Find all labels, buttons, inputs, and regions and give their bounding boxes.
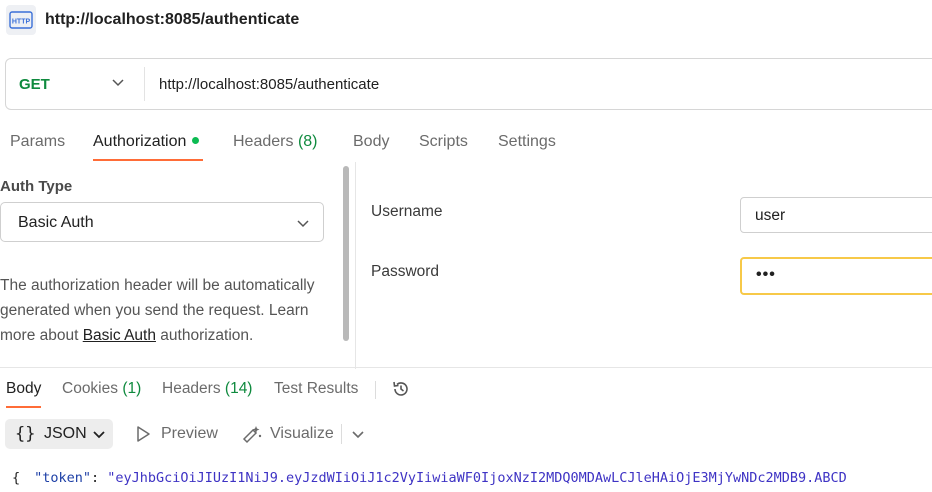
tab-count: (14) — [224, 380, 253, 397]
tab-scripts[interactable]: Scripts — [419, 133, 468, 151]
response-code-line: { "token": "eyJhbGciOiJIUzI1NiJ9.eyJzdWIiO… — [12, 470, 847, 486]
username-label: Username — [371, 203, 443, 220]
request-title: http://localhost:8085/authenticate — [45, 11, 300, 28]
password-label: Password — [371, 263, 440, 280]
active-tab-indicator — [6, 406, 41, 408]
tab-body[interactable]: Body — [353, 133, 389, 151]
json-brace: { — [12, 470, 21, 486]
chevron-down-icon[interactable] — [110, 74, 126, 90]
status-dot-icon — [192, 137, 200, 145]
auth-type-value: Basic Auth — [18, 214, 94, 231]
preview-button[interactable]: Preview — [161, 425, 218, 443]
auth-type-select[interactable]: Basic Auth — [0, 202, 324, 242]
tab-label: Headers — [162, 380, 221, 397]
tab-label: Settings — [498, 133, 556, 150]
auth-description: The authorization header will be automat… — [0, 273, 330, 348]
chevron-down-icon — [93, 431, 105, 439]
divider — [0, 367, 932, 368]
divider — [375, 381, 376, 399]
tab-count: (8) — [297, 133, 318, 150]
tab-label: Authorization — [93, 133, 187, 150]
url-bar: GET http://localhost:8085/authenticate — [5, 58, 932, 110]
tab-label: Scripts — [419, 133, 468, 150]
visualize-icon[interactable] — [241, 423, 263, 445]
method-select[interactable]: GET — [19, 76, 50, 93]
username-field[interactable]: user — [740, 197, 932, 233]
tab-label: Headers — [233, 133, 294, 150]
braces-icon: {} — [15, 424, 36, 444]
tab-label: Body — [6, 380, 42, 397]
auth-type-label: Auth Type — [0, 178, 73, 195]
json-colon: : — [91, 470, 100, 486]
history-icon[interactable] — [391, 379, 411, 399]
format-label: JSON — [44, 425, 87, 442]
username-value: user — [755, 207, 786, 224]
tab-params[interactable]: Params — [10, 133, 65, 151]
chevron-down-icon — [297, 220, 309, 228]
tab-test-results[interactable]: Test Results — [274, 380, 358, 398]
tab-label: Cookies — [62, 380, 118, 397]
url-input[interactable]: http://localhost:8085/authenticate — [159, 76, 379, 93]
format-select[interactable]: {} JSON — [5, 419, 113, 449]
divider — [144, 67, 145, 101]
password-field[interactable]: ••• — [740, 257, 932, 295]
json-value: "eyJhbGciOiJIUzI1NiJ9.eyJzdWIiOiJ1c2VyIi… — [107, 470, 847, 486]
tab-label: Test Results — [274, 380, 359, 397]
http-request-icon: HTTP — [6, 5, 36, 35]
tab-label: Params — [10, 133, 66, 150]
tab-label: Body — [353, 133, 390, 150]
svg-text:HTTP: HTTP — [12, 19, 31, 26]
tab-response-body[interactable]: Body — [6, 380, 41, 398]
password-value: ••• — [756, 266, 776, 283]
tab-settings[interactable]: Settings — [498, 133, 556, 151]
divider — [341, 424, 342, 444]
basic-auth-link[interactable]: Basic Auth — [83, 327, 156, 344]
scrollbar-thumb[interactable] — [343, 166, 349, 341]
play-icon[interactable] — [135, 425, 151, 443]
auth-description-text-end: authorization. — [155, 327, 254, 344]
tab-count: (1) — [122, 380, 142, 397]
chevron-down-icon[interactable] — [350, 426, 366, 442]
json-key: "token" — [34, 470, 92, 486]
divider — [355, 162, 356, 369]
tab-headers[interactable]: Headers (8) — [233, 133, 318, 151]
tab-response-headers[interactable]: Headers (14) — [162, 380, 252, 398]
tab-authorization[interactable]: Authorization — [93, 133, 200, 151]
active-tab-indicator — [93, 159, 203, 161]
tab-cookies[interactable]: Cookies (1) — [62, 380, 141, 398]
visualize-button[interactable]: Visualize — [270, 425, 334, 443]
